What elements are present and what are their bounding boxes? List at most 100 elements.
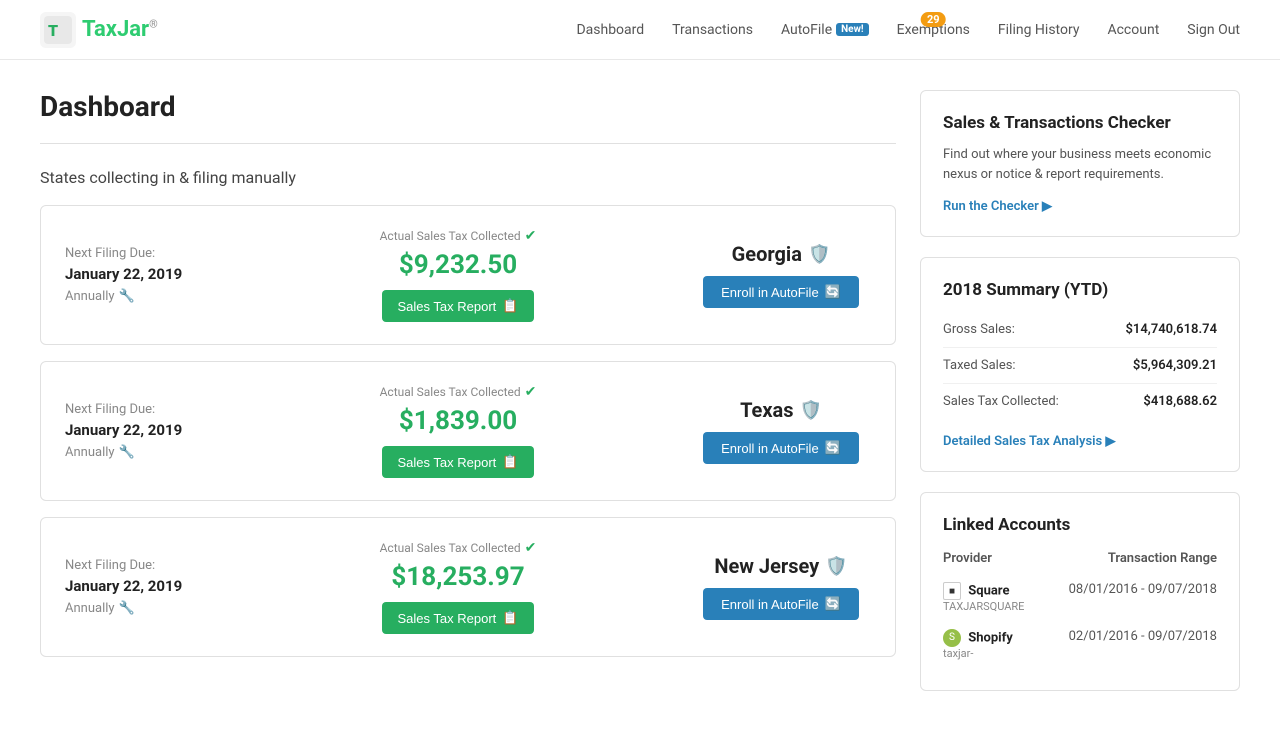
nav-autofile-wrap: AutoFile New!: [781, 22, 869, 38]
nav-sign-out[interactable]: Sign Out: [1187, 22, 1240, 38]
card-tax-texas: Actual Sales Tax Collected ✔ $1,839.00 S…: [245, 384, 671, 478]
page-title: Dashboard: [40, 90, 896, 123]
linked-account-row-square: ■ Square TAXJARSQUARE 08/01/2016 - 09/07…: [943, 574, 1217, 621]
provider-name-shopify: Shopify: [968, 630, 1013, 645]
summary-label-1: Taxed Sales:: [943, 358, 1016, 373]
provider-sub-square: TAXJARSQUARE: [943, 600, 1040, 613]
filing-due-label-new-jersey: Next Filing Due:: [65, 558, 225, 573]
summary-link-row: Detailed Sales Tax Analysis ▶: [943, 433, 1217, 449]
summary-value-1: $5,964,309.21: [1133, 358, 1217, 373]
summary-rows: Gross Sales: $14,740,618.74 Taxed Sales:…: [943, 312, 1217, 419]
report-btn-texas[interactable]: Sales Tax Report 📋: [382, 446, 535, 478]
tax-label-georgia: Actual Sales Tax Collected ✔: [245, 228, 671, 244]
summary-value-2: $418,688.62: [1143, 394, 1217, 409]
tax-amount-georgia: $9,232.50: [245, 250, 671, 280]
check-icon-georgia: ✔: [525, 228, 537, 244]
card-frequency-georgia: Annually 🔧: [65, 289, 225, 304]
summary-card: 2018 Summary (YTD) Gross Sales: $14,740,…: [920, 257, 1240, 472]
state-card-new-jersey: Next Filing Due: January 22, 2019 Annual…: [40, 517, 896, 657]
autofile-btn-georgia[interactable]: Enroll in AutoFile 🔄: [703, 276, 859, 308]
linked-account-row-shopify: S Shopify taxjar- 02/01/2016 - 09/07/201…: [943, 621, 1217, 668]
shield-icon-georgia: 🛡️: [808, 244, 830, 265]
autofile-icon-new-jersey: 🔄: [825, 596, 841, 612]
col-provider: Provider: [943, 547, 1040, 574]
card-filing-texas: Next Filing Due: January 22, 2019 Annual…: [65, 402, 225, 460]
provider-cell-shopify: S Shopify taxjar-: [943, 621, 1040, 668]
nav-dashboard[interactable]: Dashboard: [576, 22, 644, 38]
nav-exemptions-wrap: Exemptions 29: [897, 22, 970, 38]
logo-text: TaxJar®: [82, 17, 158, 42]
logo-icon: T: [40, 12, 76, 48]
right-column: Sales & Transactions Checker Find out wh…: [920, 90, 1240, 711]
shield-icon-texas: 🛡️: [800, 400, 822, 421]
tax-label-texas: Actual Sales Tax Collected ✔: [245, 384, 671, 400]
state-card-texas: Next Filing Due: January 22, 2019 Annual…: [40, 361, 896, 501]
tax-amount-new-jersey: $18,253.97: [245, 562, 671, 592]
summary-value-0: $14,740,618.74: [1126, 322, 1218, 337]
nav-autofile[interactable]: AutoFile: [781, 22, 832, 38]
check-icon-texas: ✔: [525, 384, 537, 400]
state-name-georgia: Georgia 🛡️: [691, 242, 871, 266]
tax-label-new-jersey: Actual Sales Tax Collected ✔: [245, 540, 671, 556]
wrench-icon-texas[interactable]: 🔧: [119, 445, 135, 460]
autofile-icon-georgia: 🔄: [825, 284, 841, 300]
filing-date-new-jersey: January 22, 2019: [65, 577, 225, 595]
checker-card: Sales & Transactions Checker Find out wh…: [920, 90, 1240, 237]
autofile-icon-texas: 🔄: [825, 440, 841, 456]
report-btn-georgia[interactable]: Sales Tax Report 📋: [382, 290, 535, 322]
checker-desc: Find out where your business meets econo…: [943, 145, 1217, 184]
left-column: Dashboard States collecting in & filing …: [40, 90, 896, 711]
provider-range-shopify: 02/01/2016 - 09/07/2018: [1040, 621, 1217, 668]
svg-text:T: T: [48, 21, 58, 40]
provider-name-wrap-square: ■ Square: [943, 582, 1040, 600]
col-range: Transaction Range: [1040, 547, 1217, 574]
report-icon-georgia: 📋: [502, 298, 518, 314]
provider-name-square: Square: [968, 583, 1009, 598]
filing-due-label-texas: Next Filing Due:: [65, 402, 225, 417]
summary-label-0: Gross Sales:: [943, 322, 1015, 337]
state-card-georgia: Next Filing Due: January 22, 2019 Annual…: [40, 205, 896, 345]
card-state-new-jersey: New Jersey 🛡️ Enroll in AutoFile 🔄: [691, 554, 871, 620]
logo[interactable]: T TaxJar®: [40, 12, 158, 48]
report-btn-new-jersey[interactable]: Sales Tax Report 📋: [382, 602, 535, 634]
linked-accounts-title: Linked Accounts: [943, 515, 1217, 535]
filing-date-texas: January 22, 2019: [65, 421, 225, 439]
main-content: Dashboard States collecting in & filing …: [0, 60, 1280, 741]
shopify-icon: S: [943, 629, 961, 647]
provider-range-square: 08/01/2016 - 09/07/2018: [1040, 574, 1217, 621]
filing-date-georgia: January 22, 2019: [65, 265, 225, 283]
card-tax-georgia: Actual Sales Tax Collected ✔ $9,232.50 S…: [245, 228, 671, 322]
autofile-btn-texas[interactable]: Enroll in AutoFile 🔄: [703, 432, 859, 464]
provider-sub-shopify: taxjar-: [943, 647, 1040, 660]
wrench-icon-georgia[interactable]: 🔧: [119, 289, 135, 304]
report-icon-texas: 📋: [502, 454, 518, 470]
autofile-btn-new-jersey[interactable]: Enroll in AutoFile 🔄: [703, 588, 859, 620]
card-tax-new-jersey: Actual Sales Tax Collected ✔ $18,253.97 …: [245, 540, 671, 634]
summary-title: 2018 Summary (YTD): [943, 280, 1217, 300]
linked-accounts-card: Linked Accounts Provider Transaction Ran…: [920, 492, 1240, 691]
linked-accounts-table: Provider Transaction Range ■ Square TAXJ…: [943, 547, 1217, 668]
card-filing-georgia: Next Filing Due: January 22, 2019 Annual…: [65, 246, 225, 304]
nav-transactions[interactable]: Transactions: [672, 22, 753, 38]
report-icon-new-jersey: 📋: [502, 610, 518, 626]
card-state-texas: Texas 🛡️ Enroll in AutoFile 🔄: [691, 398, 871, 464]
exemptions-badge: 29: [921, 12, 946, 27]
shield-icon-new-jersey: 🛡️: [825, 556, 847, 577]
check-icon-new-jersey: ✔: [525, 540, 537, 556]
detailed-analysis-link[interactable]: Detailed Sales Tax Analysis ▶: [943, 434, 1115, 449]
nav-filing-history[interactable]: Filing History: [998, 22, 1080, 38]
card-state-georgia: Georgia 🛡️ Enroll in AutoFile 🔄: [691, 242, 871, 308]
card-frequency-texas: Annually 🔧: [65, 445, 225, 460]
card-filing-new-jersey: Next Filing Due: January 22, 2019 Annual…: [65, 558, 225, 616]
tax-amount-texas: $1,839.00: [245, 406, 671, 436]
autofile-badge: New!: [836, 23, 869, 36]
wrench-icon-new-jersey[interactable]: 🔧: [119, 601, 135, 616]
state-cards: Next Filing Due: January 22, 2019 Annual…: [40, 205, 896, 657]
provider-name-wrap-shopify: S Shopify: [943, 629, 1040, 647]
run-checker-link[interactable]: Run the Checker ▶: [943, 199, 1052, 214]
summary-label-2: Sales Tax Collected:: [943, 394, 1059, 409]
navigation: T TaxJar® Dashboard Transactions AutoFil…: [0, 0, 1280, 60]
nav-account[interactable]: Account: [1107, 22, 1159, 38]
linked-accounts-body: ■ Square TAXJARSQUARE 08/01/2016 - 09/07…: [943, 574, 1217, 668]
provider-cell-square: ■ Square TAXJARSQUARE: [943, 574, 1040, 621]
